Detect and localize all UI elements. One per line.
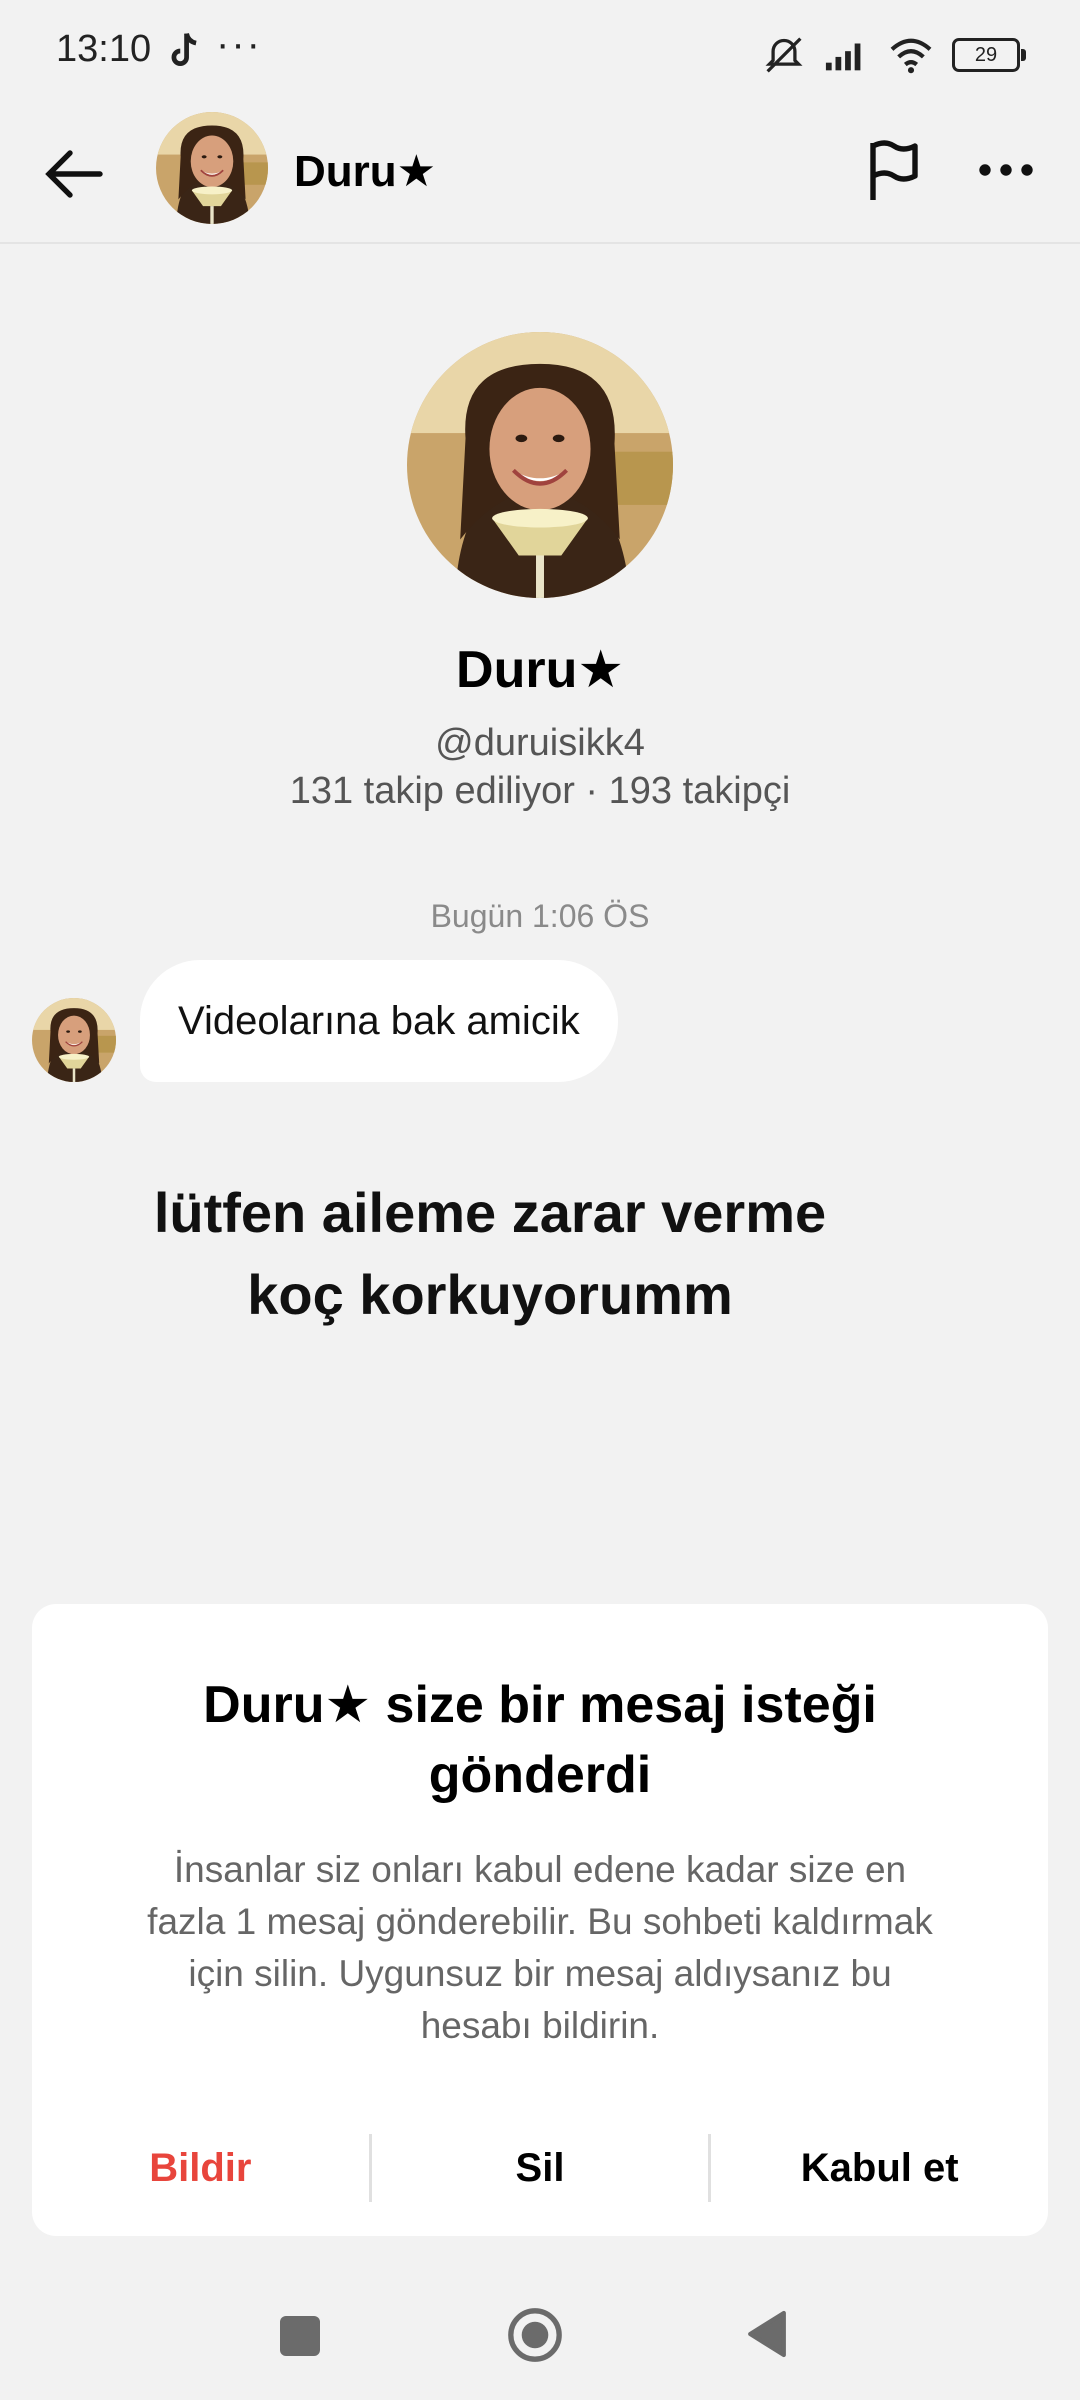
avatar-image [156,112,268,224]
request-actions: Bildir Sil Kabul et [32,2134,1048,2202]
request-description: İnsanlar siz onları kabul edene kadar si… [147,1849,933,2046]
system-nav-bar [0,2260,1080,2400]
incoming-message: Videolarına bak amicik [32,960,932,1082]
sender-avatar[interactable] [32,998,116,1082]
recents-icon[interactable] [280,2316,320,2356]
profile-stats: 131 takip ediliyor · 193 takipçi [289,770,791,812]
muted-icon [765,37,803,73]
message-bubble[interactable]: Videolarına bak amicik [140,960,618,1082]
status-icons: 29 [762,30,1026,80]
overlay-line-2: koç korkuyorumm [247,1263,733,1326]
avatar-image [407,332,673,598]
flag-icon[interactable] [858,134,930,206]
message-request-card: Duru★ size bir mesaj isteği gönderdi İns… [32,1604,1048,2236]
delete-button[interactable]: Sil [372,2134,709,2202]
profile-name: Duru★ [456,641,624,699]
request-title: Duru★ size bir mesaj isteği gönderdi [203,1676,877,1804]
more-icon[interactable] [970,134,1042,206]
signal-icon [825,43,861,71]
status-time: 13:10 [56,28,152,70]
back-arrow-icon[interactable] [40,138,112,210]
battery-icon: 29 [952,38,1026,72]
wifi-icon [890,38,932,74]
overlay-line-1: lütfen aileme zarar verme [153,1181,827,1244]
message-timestamp: Bugün 1:06 ÖS [430,898,650,934]
notification-dots: ··· [216,22,262,66]
header-avatar[interactable] [156,112,268,224]
tiktok-icon [171,32,197,67]
header-username[interactable]: Duru★ [294,146,436,197]
accept-button[interactable]: Kabul et [711,2134,1048,2202]
status-bar: 13:10 ··· 29 [0,0,1080,110]
overlay-caption: lütfen aileme zarar verme koç korkuyorum… [80,1172,900,1336]
report-button[interactable]: Bildir [32,2134,369,2202]
chat-header: Duru★ [0,110,1080,244]
profile-avatar[interactable] [407,332,673,598]
home-icon[interactable] [506,2306,564,2364]
avatar-image [32,998,116,1082]
profile-handle: @duruisikk4 [435,722,645,764]
back-triangle-icon[interactable] [746,2308,788,2360]
